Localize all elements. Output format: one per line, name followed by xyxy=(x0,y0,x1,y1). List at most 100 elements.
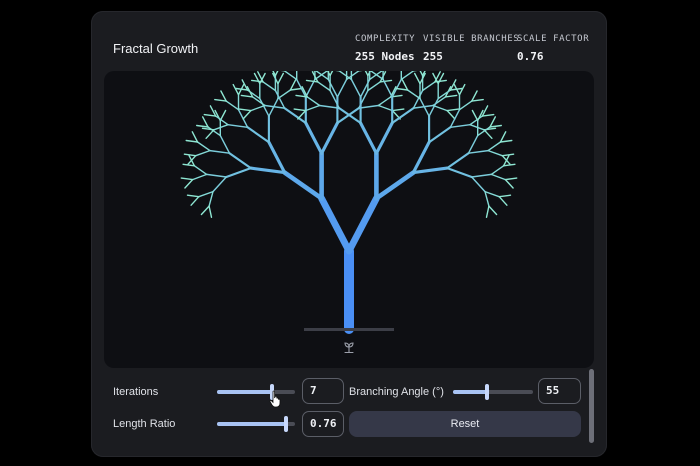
tree-branch xyxy=(246,126,270,144)
tree-branch xyxy=(499,139,513,143)
tree-branch xyxy=(470,173,493,178)
tree-branch xyxy=(274,71,279,77)
tree-branch xyxy=(190,195,200,206)
branching-angle-slider-thumb[interactable] xyxy=(484,384,489,400)
tree-branch xyxy=(320,121,339,155)
scrollbar-thumb[interactable] xyxy=(589,369,594,443)
tree-branch xyxy=(489,116,496,128)
tree-branch xyxy=(225,100,240,111)
tree-branch xyxy=(201,127,215,131)
tree-branch xyxy=(277,72,285,85)
tree-branch xyxy=(449,123,471,129)
tree-branch xyxy=(484,190,500,198)
tree-branch xyxy=(250,104,266,112)
length-ratio-slider[interactable] xyxy=(217,416,295,432)
sprout-icon[interactable] xyxy=(342,340,356,354)
tree-branch xyxy=(490,173,507,181)
tree-branch xyxy=(489,124,502,128)
tree-branch xyxy=(205,129,215,140)
tree-branch xyxy=(382,78,393,98)
tree-branch xyxy=(467,149,489,154)
tree-branch xyxy=(367,81,381,92)
tree-branch xyxy=(297,109,307,120)
length-ratio-label: Length Ratio xyxy=(113,418,176,430)
tree-branch xyxy=(262,81,277,92)
tree-branch xyxy=(184,178,194,189)
tree-branch xyxy=(446,152,470,170)
tree-branch xyxy=(419,71,424,77)
length-ratio-input[interactable]: 0.76 xyxy=(302,411,344,437)
stat-scale-label: SCALE FACTOR xyxy=(517,34,590,44)
tree-branch xyxy=(458,83,466,96)
stat-visible-branches: VISIBLE BRANCHES 255 xyxy=(423,34,519,63)
tree-branch xyxy=(498,195,508,206)
tree-branch xyxy=(191,131,199,143)
tree-branch xyxy=(186,194,200,198)
tree-branch xyxy=(220,90,227,102)
tree-branch xyxy=(504,178,514,189)
tree-branch xyxy=(374,170,416,201)
tree-branch xyxy=(359,121,378,155)
tree-branch xyxy=(395,87,409,91)
branching-angle-slider[interactable] xyxy=(453,384,533,400)
tree-branch xyxy=(345,195,380,255)
stat-complexity-label: COMPLEXITY xyxy=(355,34,416,44)
tree-branch xyxy=(180,177,194,181)
tree-branch xyxy=(193,165,208,176)
tree-branch xyxy=(374,121,394,155)
tree-branch xyxy=(487,149,503,157)
tree-branch xyxy=(200,205,210,216)
tree-branch xyxy=(432,104,448,112)
tree-branch xyxy=(329,71,334,77)
tree-branch xyxy=(214,98,227,102)
tree-branch xyxy=(406,89,421,100)
tree-branch xyxy=(283,71,298,81)
tree-branch xyxy=(282,170,324,201)
tree-branch xyxy=(203,113,217,117)
fractal-canvas[interactable] xyxy=(104,71,594,368)
branching-angle-input[interactable]: 55 xyxy=(538,378,581,404)
tree-branch xyxy=(364,71,369,77)
stat-complexity-value: 255 Nodes xyxy=(355,50,415,63)
tree-branch xyxy=(183,153,197,157)
tree-branch xyxy=(358,104,380,109)
stat-scale-factor: SCALE FACTOR 0.76 xyxy=(517,34,589,63)
tree-branch xyxy=(488,205,498,216)
tree-branch xyxy=(212,176,228,193)
tree-branch xyxy=(246,85,254,98)
tree-branch xyxy=(196,141,211,152)
tree-branch xyxy=(318,104,340,109)
tree-branch xyxy=(225,167,252,179)
tree-branch xyxy=(208,205,213,219)
stat-scale-value: 0.76 xyxy=(517,50,544,63)
tree-branch xyxy=(185,139,199,143)
tree-branch xyxy=(446,167,473,179)
reset-button[interactable]: Reset xyxy=(349,411,581,437)
tree-branch xyxy=(289,79,297,91)
branching-angle-slider-fill xyxy=(453,390,487,394)
tree-branch xyxy=(444,94,458,98)
iterations-input[interactable]: 7 xyxy=(302,378,344,404)
tree-branch xyxy=(293,108,307,112)
tree-branch xyxy=(350,78,362,98)
tree-branch xyxy=(249,166,287,175)
tree-branch xyxy=(502,163,516,167)
tree-branch xyxy=(338,71,353,81)
tree-branch xyxy=(305,78,316,98)
tree-branch xyxy=(242,109,252,120)
tree-branch xyxy=(208,190,214,207)
tree-branch xyxy=(471,109,479,122)
tree-branch xyxy=(421,81,436,92)
length-ratio-slider-thumb[interactable] xyxy=(283,416,288,432)
tree-branch xyxy=(484,190,490,207)
tree-branch xyxy=(471,90,478,102)
tree-branch xyxy=(304,121,324,155)
stat-branches-value: 255 xyxy=(423,50,443,63)
tree-branch xyxy=(487,141,502,152)
tree-branch xyxy=(305,79,319,83)
tree-branch xyxy=(267,140,287,175)
tree-branch xyxy=(446,108,460,112)
iterations-slider[interactable] xyxy=(217,384,295,400)
tree-branch xyxy=(449,108,461,129)
iterations-label: Iterations xyxy=(113,386,159,398)
